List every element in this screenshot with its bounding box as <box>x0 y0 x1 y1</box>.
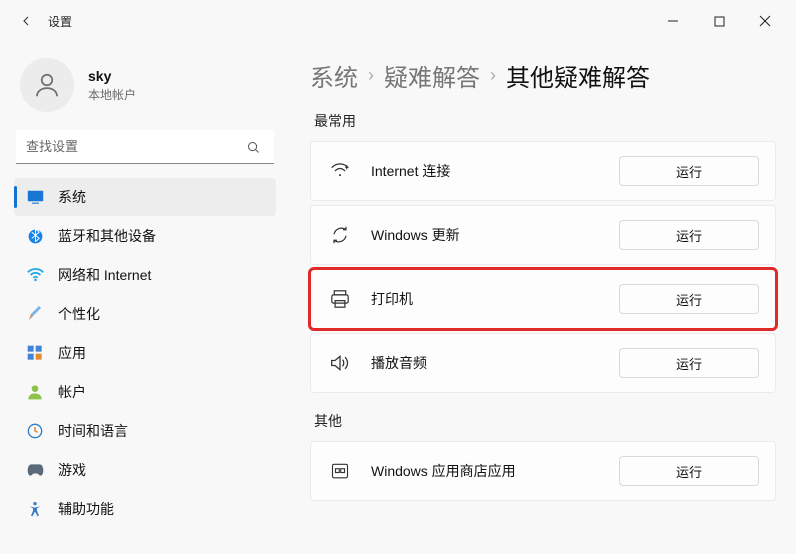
nav-item-gaming[interactable]: 游戏 <box>14 451 276 489</box>
section-title-most: 最常用 <box>314 111 776 131</box>
breadcrumb-link-system[interactable]: 系统 <box>310 58 358 93</box>
titlebar: 设置 <box>0 0 796 42</box>
nav-label: 时间和语言 <box>58 421 128 441</box>
most-used-list: Internet 连接 运行 Windows 更新 运行 打印机 运行 播放音频… <box>310 141 776 393</box>
nav-item-time[interactable]: 时间和语言 <box>14 412 276 450</box>
nav-label: 个性化 <box>58 304 100 324</box>
troubleshooter-card-update: Windows 更新 运行 <box>310 205 776 265</box>
run-button[interactable]: 运行 <box>619 220 759 250</box>
back-button[interactable] <box>8 6 44 36</box>
gaming-icon <box>26 463 44 477</box>
wifi-icon <box>26 268 44 282</box>
run-button[interactable]: 运行 <box>619 156 759 186</box>
troubleshooter-card-printer: 打印机 运行 <box>310 269 776 329</box>
nav-label: 系统 <box>58 187 86 207</box>
minimize-button[interactable] <box>650 6 696 36</box>
clock-icon <box>26 423 44 439</box>
close-button[interactable] <box>742 6 788 36</box>
main: 系统 › 疑难解答 › 其他疑难解答 最常用 Internet 连接 运行 Wi… <box>290 42 796 554</box>
troubleshooter-card-store: Windows 应用商店应用 运行 <box>310 441 776 501</box>
sidebar: sky 本地帐户 系统 蓝牙和其他设备 网络和 Internet <box>0 42 290 554</box>
user-subtitle: 本地帐户 <box>88 86 136 103</box>
breadcrumb-link-troubleshoot[interactable]: 疑难解答 <box>384 58 480 93</box>
arrow-left-icon <box>18 13 34 29</box>
maximize-icon <box>714 16 725 27</box>
chevron-right-icon: › <box>490 65 496 86</box>
nav-label: 网络和 Internet <box>58 265 151 285</box>
chevron-right-icon: › <box>368 65 374 86</box>
printer-icon <box>327 290 353 308</box>
nav-item-accessibility[interactable]: 辅助功能 <box>14 490 276 528</box>
card-label: Windows 更新 <box>371 225 619 245</box>
user-name: sky <box>88 68 136 84</box>
nav-item-system[interactable]: 系统 <box>14 178 276 216</box>
run-button[interactable]: 运行 <box>619 284 759 314</box>
user-block[interactable]: sky 本地帐户 <box>14 50 276 130</box>
apps-icon <box>26 345 44 361</box>
accessibility-icon <box>26 501 44 517</box>
nav-label: 帐户 <box>58 382 86 402</box>
search-input[interactable] <box>16 130 274 164</box>
nav-item-personalization[interactable]: 个性化 <box>14 295 276 333</box>
nav-label: 辅助功能 <box>58 499 114 519</box>
nav-item-bluetooth[interactable]: 蓝牙和其他设备 <box>14 217 276 255</box>
bluetooth-icon <box>26 229 44 244</box>
system-icon <box>26 190 44 204</box>
run-button[interactable]: 运行 <box>619 348 759 378</box>
app-title: 设置 <box>48 13 72 30</box>
card-label: Windows 应用商店应用 <box>371 461 619 481</box>
card-label: 打印机 <box>371 289 619 309</box>
sync-icon <box>327 226 353 244</box>
card-label: 播放音频 <box>371 353 619 373</box>
breadcrumb: 系统 › 疑难解答 › 其他疑难解答 <box>310 58 776 93</box>
other-list: Windows 应用商店应用 运行 <box>310 441 776 501</box>
nav-label: 蓝牙和其他设备 <box>58 226 156 246</box>
run-button[interactable]: 运行 <box>619 456 759 486</box>
nav-item-accounts[interactable]: 帐户 <box>14 373 276 411</box>
search-button[interactable] <box>238 130 268 164</box>
nav: 系统 蓝牙和其他设备 网络和 Internet 个性化 应用 帐户 <box>14 178 276 528</box>
nav-item-network[interactable]: 网络和 Internet <box>14 256 276 294</box>
search-icon <box>246 140 261 155</box>
avatar <box>20 58 74 112</box>
nav-label: 应用 <box>58 343 86 363</box>
card-label: Internet 连接 <box>371 161 619 181</box>
account-icon <box>26 384 44 400</box>
wifi-icon <box>327 162 353 180</box>
speaker-icon <box>327 354 353 372</box>
breadcrumb-current: 其他疑难解答 <box>506 58 650 93</box>
minimize-icon <box>667 15 679 27</box>
search-wrap <box>16 130 274 164</box>
brush-icon <box>26 306 44 322</box>
troubleshooter-card-audio: 播放音频 运行 <box>310 333 776 393</box>
nav-item-apps[interactable]: 应用 <box>14 334 276 372</box>
section-title-other: 其他 <box>314 411 776 431</box>
maximize-button[interactable] <box>696 6 742 36</box>
person-icon <box>32 70 62 100</box>
nav-label: 游戏 <box>58 460 86 480</box>
store-icon <box>327 462 353 480</box>
troubleshooter-card-internet: Internet 连接 运行 <box>310 141 776 201</box>
close-icon <box>759 15 771 27</box>
